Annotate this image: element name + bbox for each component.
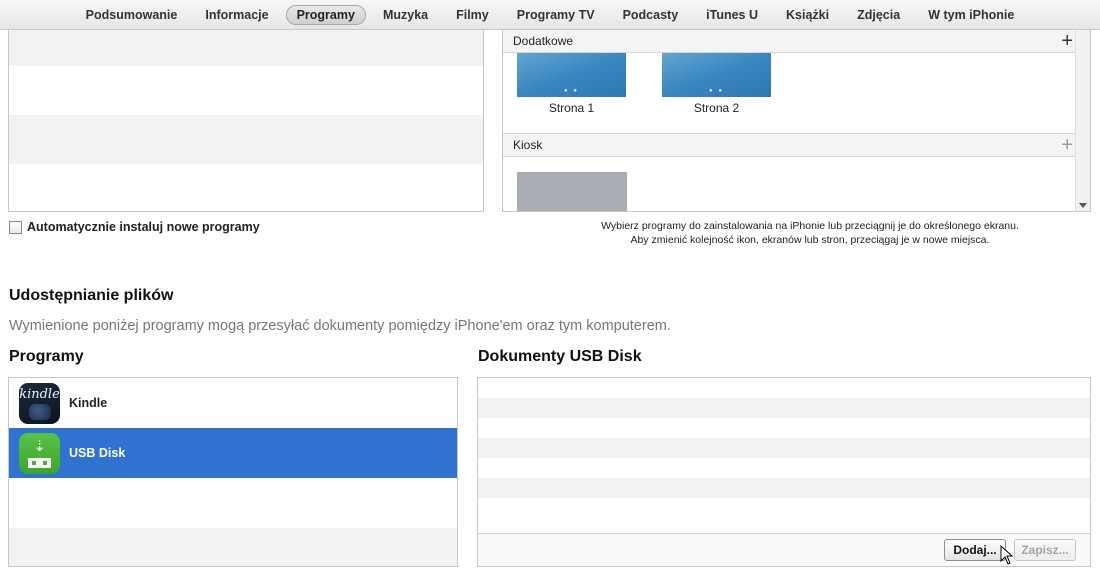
home-screens-panel: Dodatkowe + ● ● Strona 1 ● ● Strona 2 Ki… <box>502 30 1091 212</box>
section-header-dodatkowe: Dodatkowe + <box>503 30 1077 53</box>
tab-podcasty[interactable]: Podcasty <box>612 5 690 25</box>
docs-column-title: Dokumenty USB Disk <box>478 348 642 365</box>
app-name-usb-disk: USB Disk <box>69 446 126 460</box>
list-row[interactable] <box>9 30 483 66</box>
home-screens-scrollbar[interactable] <box>1075 30 1090 211</box>
file-sharing-apps-list: kindle Kindle ⇣ USB Disk <box>8 377 458 567</box>
auto-install-checkbox[interactable] <box>9 220 22 234</box>
list-item <box>478 378 1090 398</box>
auto-install-label[interactable]: Automatycznie instaluj nowe programy <box>27 220 260 234</box>
hint-line-1: Wybierz programy do zainstalowania na iP… <box>601 220 1019 232</box>
kindle-icon: kindle <box>19 382 60 424</box>
app-name-kindle: Kindle <box>69 396 108 410</box>
page-1-label: Strona 1 <box>548 101 595 115</box>
apps-column-title: Programy <box>9 348 84 365</box>
list-item <box>478 458 1090 478</box>
list-item <box>9 528 457 566</box>
list-item <box>478 478 1090 498</box>
page-1-thumbnail[interactable]: ● ● <box>517 53 626 97</box>
tab-książki[interactable]: Książki <box>775 5 840 25</box>
auto-install-row[interactable]: Automatycznie instaluj nowe programy <box>9 220 260 234</box>
file-sharing-heading: Udostępnianie plików <box>9 287 174 304</box>
app-row-usb-disk[interactable]: ⇣ USB Disk <box>9 428 457 478</box>
add-kiosk-plus-icon[interactable]: + <box>1061 135 1073 155</box>
tab-filmy[interactable]: Filmy <box>445 5 500 25</box>
apps-install-list[interactable] <box>8 30 484 212</box>
tab-zdjęcia[interactable]: Zdjęcia <box>846 5 911 25</box>
section-header-kiosk: Kiosk + <box>503 133 1077 157</box>
list-row[interactable] <box>9 115 483 164</box>
kiosk-thumbnail[interactable] <box>517 172 627 211</box>
page-2-label: Strona 2 <box>693 101 740 115</box>
documents-footer: Dodaj... Zapisz... <box>478 533 1090 566</box>
tab-podsumowanie[interactable]: Podsumowanie <box>75 5 189 25</box>
tab-programy[interactable]: Programy <box>285 4 366 25</box>
list-item <box>9 478 457 528</box>
list-item <box>478 498 1090 518</box>
usb-disk-icon: ⇣ <box>19 432 60 474</box>
hint-line-2: Aby zmienić kolejność ikon, ekranów lub … <box>630 234 990 246</box>
tab-muzyka[interactable]: Muzyka <box>372 5 439 25</box>
section-title-dodatkowe: Dodatkowe <box>513 34 574 48</box>
list-item <box>478 418 1090 438</box>
page-2-thumbnail[interactable]: ● ● <box>662 53 771 97</box>
add-page-plus-icon[interactable]: + <box>1061 31 1073 51</box>
list-item <box>478 398 1090 418</box>
list-row[interactable] <box>9 164 483 211</box>
add-button[interactable]: Dodaj... <box>944 539 1006 561</box>
tab-programy-tv[interactable]: Programy TV <box>506 5 606 25</box>
list-item <box>478 438 1090 458</box>
list-row[interactable] <box>9 66 483 115</box>
section-title-kiosk: Kiosk <box>513 138 543 152</box>
tab-bar: Podsumowanie Informacje Programy Muzyka Film… <box>0 0 1100 30</box>
app-row-kindle[interactable]: kindle Kindle <box>9 378 457 428</box>
file-sharing-description: Wymienione poniżej programy mogą przesył… <box>9 318 671 334</box>
documents-list[interactable]: Dodaj... Zapisz... <box>477 377 1091 567</box>
tab-w-tym-iphonie[interactable]: W tym iPhonie <box>917 5 1025 25</box>
mouse-cursor-icon <box>1000 545 1014 565</box>
tab-itunes-u[interactable]: iTunes U <box>695 5 769 25</box>
save-button[interactable]: Zapisz... <box>1014 539 1076 561</box>
scroll-down-arrow-icon[interactable] <box>1079 203 1087 208</box>
tab-informacje[interactable]: Informacje <box>194 5 279 25</box>
